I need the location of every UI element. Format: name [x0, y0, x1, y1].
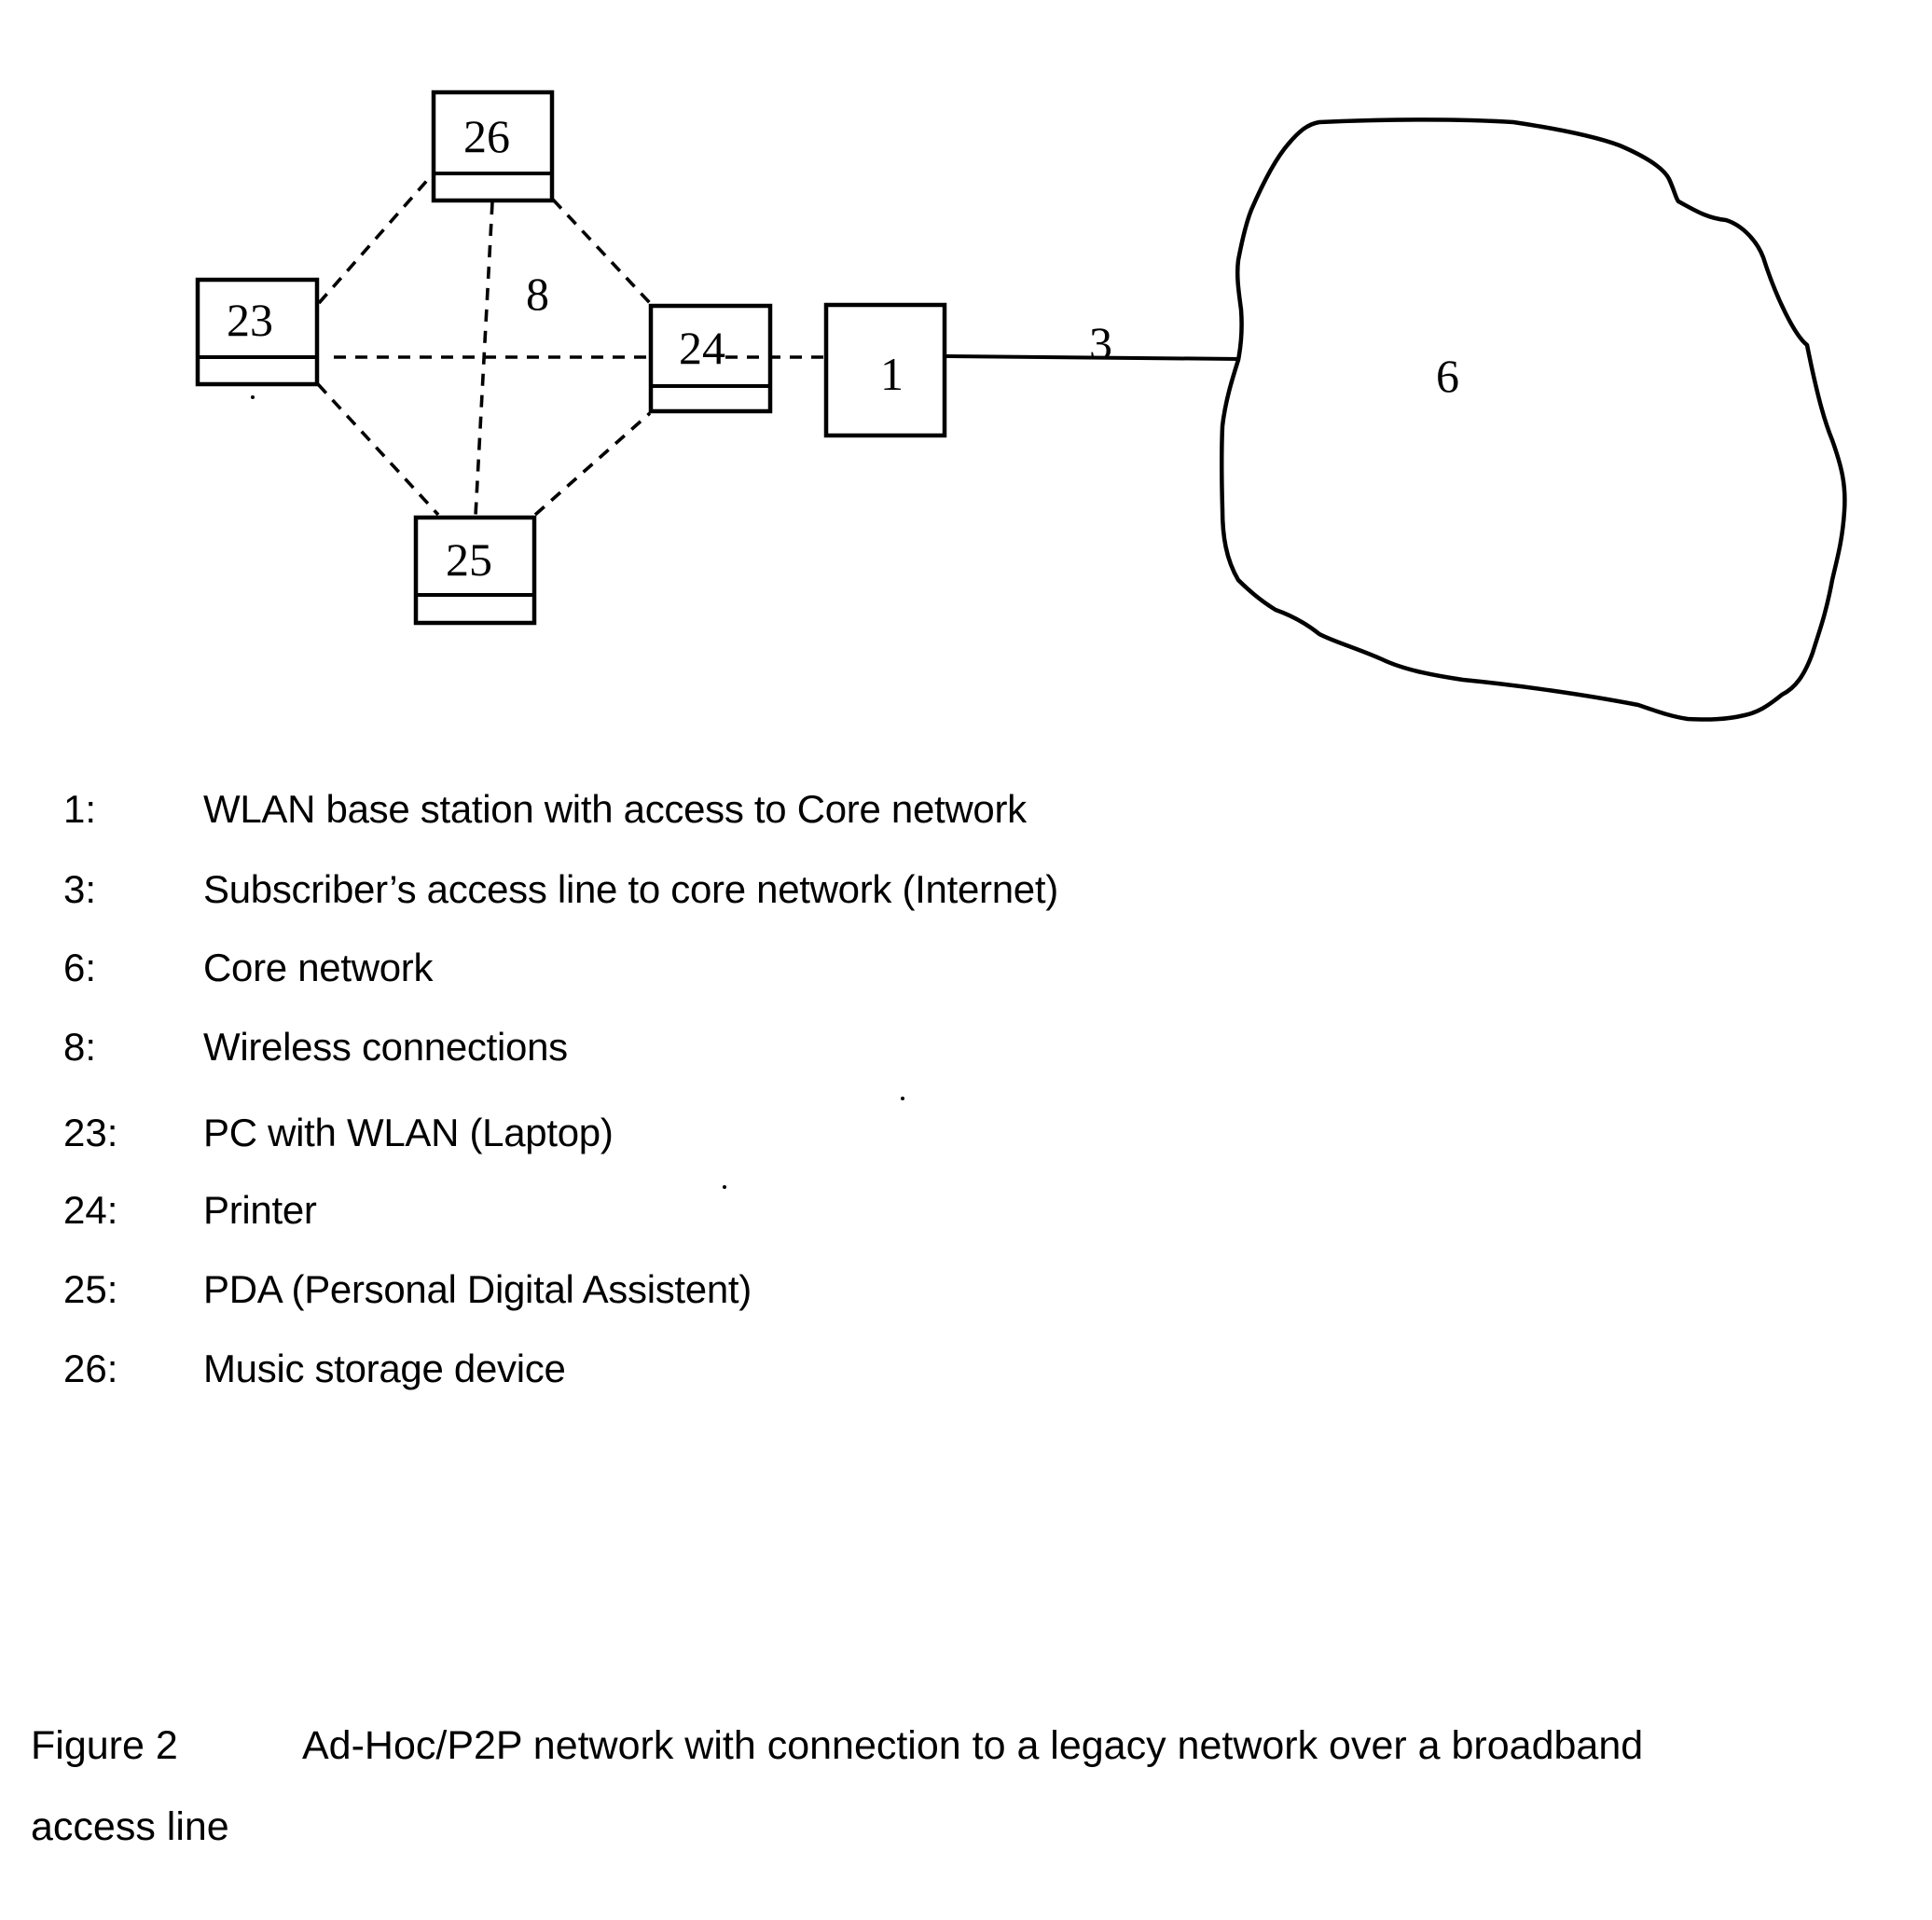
- legend-item: 23: PC with WLAN (Laptop): [63, 1110, 614, 1156]
- node-26-label: 26: [463, 110, 510, 162]
- figure-caption-text-continued: access line: [31, 1804, 229, 1849]
- core-network-label: 6: [1436, 350, 1459, 402]
- node-23-label: 23: [227, 294, 273, 346]
- link-23-26: [317, 174, 433, 305]
- legend-text: Subscriber’s access line to core network…: [203, 867, 1058, 911]
- legend-item: 26: Music storage device: [63, 1346, 566, 1392]
- node-25-pda: 25: [413, 515, 537, 626]
- node-23-laptop: 23: [195, 277, 320, 387]
- legend-text: WLAN base station with access to Core ne…: [203, 787, 1027, 831]
- legend-text: PDA (Personal Digital Assistent): [203, 1267, 752, 1311]
- scan-speck: [901, 1097, 904, 1100]
- node-1-base-station: 1: [823, 302, 947, 438]
- figure-caption-text: Ad-Hoc/P2P network with connection to a …: [302, 1723, 1644, 1768]
- legend-text: PC with WLAN (Laptop): [203, 1111, 614, 1154]
- link-23-25: [316, 382, 440, 517]
- figure-caption-line-1: Figure 2 Ad-Hoc/P2P network with connecti…: [31, 1723, 1643, 1769]
- access-line-label: 3: [1089, 317, 1112, 369]
- legend-text: Music storage device: [203, 1347, 566, 1390]
- scan-speck: [251, 395, 255, 399]
- node-24-label: 24: [679, 322, 725, 374]
- legend-item: 25: PDA (Personal Digital Assistent): [63, 1266, 752, 1313]
- legend-key: 26:: [63, 1347, 118, 1390]
- legend-item: 6: Core network: [63, 945, 433, 991]
- legend-item: 24: Printer: [63, 1187, 317, 1234]
- link-26-25: [474, 201, 494, 517]
- legend-text: Core network: [203, 946, 434, 989]
- legend-key: 8:: [63, 1025, 97, 1069]
- legend-key: 1:: [63, 787, 97, 831]
- legend-text: Printer: [203, 1188, 317, 1232]
- node-25-label: 25: [446, 533, 492, 586]
- wireless-connections-label: 8: [526, 268, 549, 320]
- legend-key: 3:: [63, 867, 97, 911]
- legend-text: Wireless connections: [203, 1025, 568, 1069]
- legend-key: 25:: [63, 1267, 118, 1311]
- legend-item: 1: WLAN base station with access to Core…: [63, 786, 1027, 833]
- scan-speck: [723, 1185, 726, 1189]
- legend-item: 8: Wireless connections: [63, 1024, 568, 1071]
- figure-label: Figure 2: [31, 1723, 178, 1768]
- link-25-24: [533, 411, 652, 517]
- node-24-printer: 24: [648, 303, 773, 414]
- legend-item: 3: Subscriber’s access line to core netw…: [63, 866, 1058, 913]
- figure-caption-line-2: access line: [31, 1804, 229, 1850]
- network-diagram: 26 23 24 25 1 8 3 6: [195, 90, 1847, 722]
- legend-key: 24:: [63, 1188, 118, 1232]
- legend-key: 6:: [63, 946, 97, 989]
- node-26-music-storage: 26: [431, 90, 555, 203]
- legend-key: 23:: [63, 1111, 118, 1154]
- node-1-label: 1: [880, 348, 904, 400]
- core-network-cloud: [1220, 117, 1847, 722]
- link-26-24: [551, 198, 653, 306]
